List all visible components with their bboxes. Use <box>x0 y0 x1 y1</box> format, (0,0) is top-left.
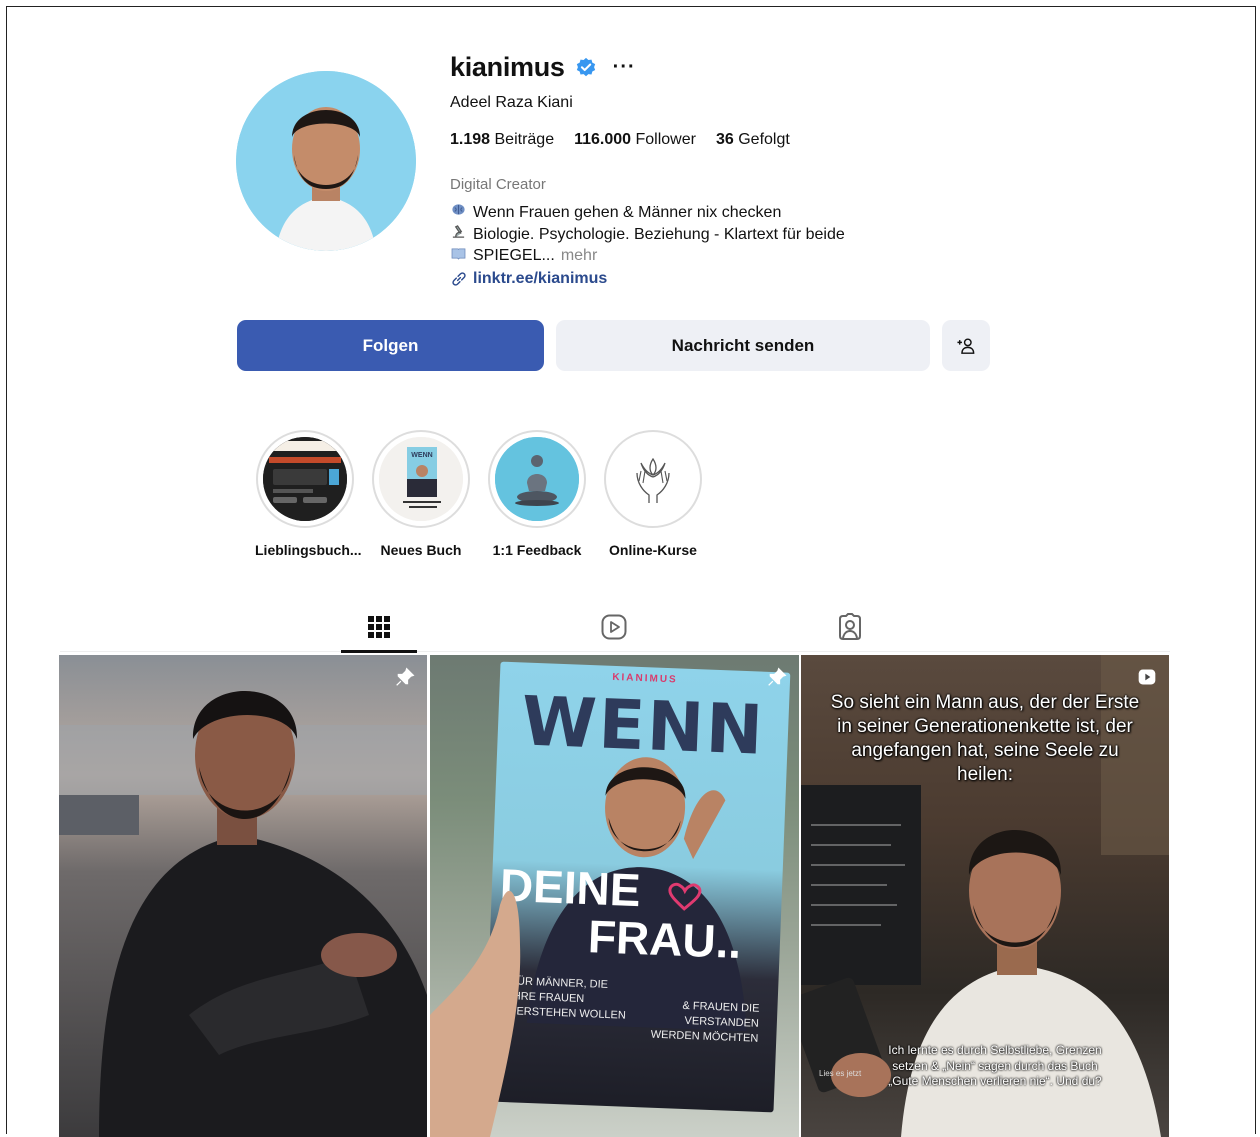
post-tile[interactable]: So sieht ein Mann aus, der der Erste in … <box>801 655 1169 1137</box>
highlight-online-kurse[interactable]: Online-Kurse <box>603 430 703 558</box>
highlight-neues-buch[interactable]: WENN Neues Buch <box>371 430 471 558</box>
pinned-icon <box>768 667 787 686</box>
book-subtitle-right: & FRAUEN DIE VERSTANDEN WERDEN MÖCHTEN <box>650 999 760 1045</box>
book-cover: KIANIMUS WENN DEINE FRAU.. FÜR MÄNNER, D… <box>483 661 791 1113</box>
lotus-hands-icon <box>611 437 695 521</box>
avatar-image <box>236 71 416 251</box>
profile-bio: Wenn Frauen gehen & Männer nix checken B… <box>450 202 845 267</box>
highlight-ring: WENN <box>372 430 470 528</box>
bio-line: Biologie. Psychologie. Beziehung - Klart… <box>450 224 845 246</box>
svg-text:WENN: WENN <box>411 452 432 459</box>
tabs-divider <box>60 651 1170 652</box>
post-tile[interactable] <box>59 655 427 1137</box>
book-title-mid: DEINE <box>498 858 642 917</box>
highlight-ring <box>488 430 586 528</box>
username-row: kianimus ··· <box>450 52 636 83</box>
reel-indicator-icon <box>1138 669 1156 685</box>
active-tab-indicator <box>341 650 417 653</box>
reel-headline: So sieht ein Mann aus, der der Erste in … <box>830 692 1140 785</box>
highlight-feedback[interactable]: 1:1 Feedback <box>487 430 587 558</box>
add-user-icon <box>957 337 975 354</box>
link-icon <box>452 272 466 286</box>
highlight-lieblingsbuch[interactable]: Lieblingsbuch... <box>255 430 362 558</box>
followers-count[interactable]: 116.000 Follower <box>574 131 696 149</box>
book-cover-thumbnail: WENN <box>379 437 463 521</box>
verified-badge-icon <box>576 57 595 76</box>
more-options-icon[interactable]: ··· <box>613 56 636 79</box>
bio-line: SPIEGEL... mehr <box>450 245 845 267</box>
reel-caption: Ich lernte es durch Selbstliebe, Grenzen… <box>888 1043 1102 1088</box>
pinned-icon <box>396 667 415 686</box>
heart-icon <box>668 882 702 911</box>
highlight-cover <box>263 437 347 521</box>
highlight-ring <box>604 430 702 528</box>
highlight-cover: WENN <box>379 437 463 521</box>
posts-count: 1.198 Beiträge <box>450 131 555 148</box>
app-screenshot-cover <box>263 437 347 521</box>
follow-button[interactable]: Folgen <box>237 320 544 371</box>
bio-more-link[interactable]: mehr <box>561 245 597 267</box>
suggest-user-button[interactable] <box>942 320 990 371</box>
full-name: Adeel Raza Kiani <box>450 94 573 111</box>
highlight-cover <box>495 437 579 521</box>
profile-stats: 1.198 Beiträge 116.000 Follower 36 Gefol… <box>450 131 790 149</box>
post-tile[interactable]: KIANIMUS WENN DEINE FRAU.. FÜR MÄNNER, D… <box>430 655 799 1137</box>
bio-line: Wenn Frauen gehen & Männer nix checken <box>450 202 845 224</box>
tab-tagged[interactable] <box>835 612 865 642</box>
tab-posts[interactable] <box>364 612 394 642</box>
tagged-user-icon <box>839 613 861 640</box>
tab-reels[interactable] <box>599 612 629 642</box>
profile-category: Digital Creator <box>450 176 546 193</box>
reels-icon <box>601 614 627 640</box>
reel-side-note: Lies es jetzt <box>819 1069 862 1078</box>
post-photo-portrait <box>59 691 427 1137</box>
highlight-label: 1:1 Feedback <box>492 542 582 558</box>
profile-avatar[interactable] <box>236 71 416 251</box>
highlight-label: Neues Buch <box>380 542 462 558</box>
microscope-icon <box>450 224 467 246</box>
following-count[interactable]: 36 Gefolgt <box>716 131 790 149</box>
highlight-label: Online-Kurse <box>609 542 697 558</box>
send-message-button[interactable]: Nachricht senden <box>556 320 930 371</box>
book-icon <box>450 245 467 267</box>
username: kianimus <box>450 52 565 82</box>
profile-link[interactable]: linktr.ee/kianimus <box>450 270 607 288</box>
highlight-cover <box>611 437 695 521</box>
brain-icon <box>450 202 467 224</box>
book-subtitle-left: FÜR MÄNNER, DIE IHRE FRAUEN VERSTEHEN WO… <box>508 975 627 1022</box>
highlight-ring <box>256 430 354 528</box>
highlight-label: Lieblingsbuch... <box>255 542 362 558</box>
book-title-bottom: FRAU.. <box>587 910 743 969</box>
grid-icon <box>368 616 390 638</box>
meditation-figure-icon <box>495 437 579 521</box>
